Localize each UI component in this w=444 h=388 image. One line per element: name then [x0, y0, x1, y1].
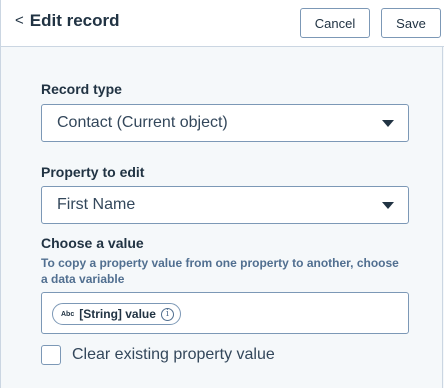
token-label: [String] value: [79, 307, 156, 321]
choose-value-help: To copy a property value from one proper…: [41, 256, 399, 286]
chevron-left-icon: <: [15, 11, 24, 29]
edit-record-panel: < Edit record Cancel Save Record type Co…: [0, 0, 444, 388]
choose-value-label: Choose a value: [41, 235, 144, 251]
back-button[interactable]: < Edit record: [15, 11, 120, 31]
save-button[interactable]: Save: [381, 8, 441, 38]
page-title: Edit record: [29, 11, 120, 30]
record-type-value: Contact (Current object): [57, 114, 228, 131]
clear-value-option[interactable]: Clear existing property value: [41, 345, 275, 365]
property-select[interactable]: First Name: [41, 186, 409, 224]
record-type-label: Record type: [41, 81, 122, 97]
data-variable-token[interactable]: Abc [String] value i: [52, 303, 181, 325]
clear-value-label: Clear existing property value: [72, 346, 275, 363]
caret-down-icon: [382, 120, 394, 127]
cancel-button[interactable]: Cancel: [300, 8, 370, 38]
info-icon[interactable]: i: [160, 307, 174, 321]
property-label: Property to edit: [41, 164, 145, 180]
value-input[interactable]: Abc [String] value i: [41, 292, 409, 334]
clear-value-checkbox[interactable]: [41, 345, 61, 365]
string-type-icon: Abc: [61, 310, 75, 318]
caret-down-icon: [382, 202, 394, 209]
record-type-select[interactable]: Contact (Current object): [41, 104, 409, 142]
property-value: First Name: [57, 196, 136, 213]
panel-header: < Edit record Cancel Save: [1, 0, 444, 47]
